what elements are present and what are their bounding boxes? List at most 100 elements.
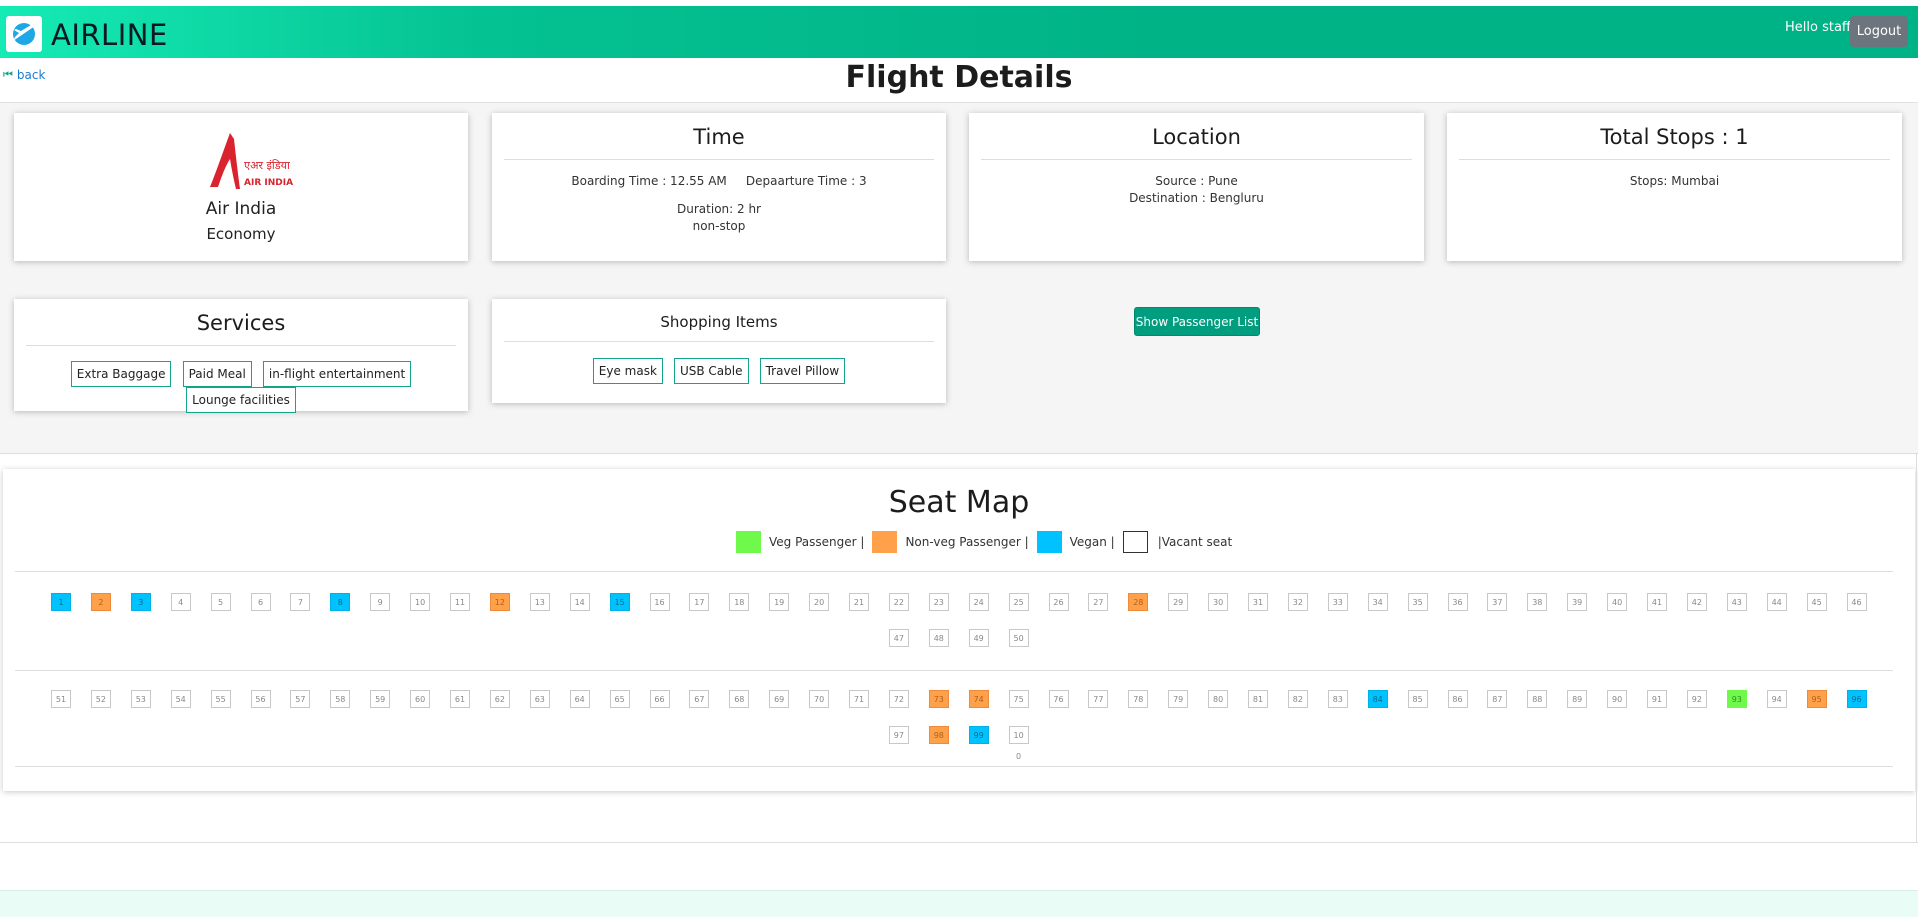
seat[interactable]: 90 bbox=[1607, 690, 1628, 708]
seat[interactable]: 19 bbox=[769, 593, 790, 611]
seat[interactable]: 25 bbox=[1008, 593, 1029, 611]
seat[interactable]: 62 bbox=[489, 690, 510, 708]
seat[interactable]: 39 bbox=[1567, 593, 1588, 611]
seat[interactable]: 82 bbox=[1287, 690, 1308, 708]
seat[interactable]: 89 bbox=[1567, 690, 1588, 708]
airplane-icon[interactable] bbox=[6, 16, 42, 52]
seat[interactable]: 29 bbox=[1168, 593, 1189, 611]
seat[interactable]: 1 bbox=[51, 593, 71, 611]
seat[interactable]: 45 bbox=[1806, 593, 1827, 611]
seat[interactable]: 40 bbox=[1607, 593, 1628, 611]
seat[interactable]: 24 bbox=[968, 593, 989, 611]
seat[interactable]: 36 bbox=[1447, 593, 1468, 611]
shopping-tag[interactable]: USB Cable bbox=[673, 358, 749, 384]
seat[interactable]: 48 bbox=[928, 629, 949, 647]
seat[interactable]: 68 bbox=[729, 690, 750, 708]
seat[interactable]: 96 bbox=[1846, 690, 1867, 708]
service-tag[interactable]: Paid Meal bbox=[182, 361, 252, 387]
seat[interactable]: 71 bbox=[849, 690, 869, 708]
seat[interactable]: 61 bbox=[450, 690, 470, 708]
seat[interactable]: 98 bbox=[928, 726, 949, 744]
seat[interactable]: 69 bbox=[769, 690, 790, 708]
brand-name[interactable]: AIRLINE bbox=[51, 18, 168, 52]
seat[interactable]: 50 bbox=[1008, 629, 1029, 647]
seat[interactable]: 58 bbox=[330, 690, 351, 708]
seat[interactable]: 38 bbox=[1527, 593, 1548, 611]
seat[interactable]: 84 bbox=[1367, 690, 1388, 708]
seat[interactable]: 47 bbox=[888, 629, 909, 647]
seat[interactable]: 70 bbox=[809, 690, 830, 708]
seat[interactable]: 42 bbox=[1686, 593, 1707, 611]
seat[interactable]: 63 bbox=[529, 690, 550, 708]
seat[interactable]: 21 bbox=[849, 593, 869, 611]
service-tag[interactable]: Extra Baggage bbox=[70, 361, 172, 387]
seat[interactable]: 20 bbox=[809, 593, 830, 611]
seat[interactable]: 59 bbox=[370, 690, 391, 708]
seat[interactable]: 27 bbox=[1088, 593, 1109, 611]
seat[interactable]: 11 bbox=[450, 593, 470, 611]
seat[interactable]: 97 bbox=[888, 726, 909, 744]
seat[interactable]: 15 bbox=[609, 593, 630, 611]
seat[interactable]: 53 bbox=[130, 690, 151, 708]
seat[interactable]: 64 bbox=[569, 690, 590, 708]
seat[interactable]: 9 bbox=[370, 593, 391, 611]
seat[interactable]: 22 bbox=[888, 593, 909, 611]
service-tag[interactable]: Lounge facilities bbox=[186, 387, 296, 413]
seat[interactable]: 14 bbox=[569, 593, 590, 611]
seat[interactable]: 94 bbox=[1766, 690, 1787, 708]
seat[interactable]: 65 bbox=[609, 690, 630, 708]
seat[interactable]: 17 bbox=[689, 593, 710, 611]
seat[interactable]: 28 bbox=[1128, 593, 1149, 611]
seat[interactable]: 3 bbox=[130, 593, 151, 611]
seat[interactable]: 60 bbox=[410, 690, 431, 708]
seat[interactable]: 95 bbox=[1806, 690, 1827, 708]
seat[interactable]: 6 bbox=[250, 593, 271, 611]
seat[interactable]: 86 bbox=[1447, 690, 1468, 708]
seat[interactable]: 51 bbox=[51, 690, 71, 708]
seat[interactable]: 7 bbox=[290, 593, 311, 611]
seat[interactable]: 76 bbox=[1048, 690, 1069, 708]
seat[interactable]: 4 bbox=[170, 593, 191, 611]
seat[interactable]: 57 bbox=[290, 690, 311, 708]
show-passenger-list-button[interactable]: Show Passenger List bbox=[1134, 307, 1260, 336]
seat[interactable]: 13 bbox=[529, 593, 550, 611]
seat[interactable]: 43 bbox=[1726, 593, 1747, 611]
shopping-tag[interactable]: Eye mask bbox=[592, 358, 663, 384]
seat[interactable]: 52 bbox=[90, 690, 111, 708]
seat[interactable]: 55 bbox=[210, 690, 231, 708]
seat[interactable]: 49 bbox=[968, 629, 989, 647]
service-tag[interactable]: in-flight entertainment bbox=[262, 361, 412, 387]
seat[interactable]: 85 bbox=[1407, 690, 1428, 708]
seat[interactable]: 46 bbox=[1846, 593, 1867, 611]
seat[interactable]: 23 bbox=[928, 593, 949, 611]
back-link[interactable]: ⏮ back bbox=[3, 68, 45, 82]
seat[interactable]: 88 bbox=[1527, 690, 1548, 708]
seat[interactable]: 74 bbox=[968, 690, 989, 708]
seat[interactable]: 72 bbox=[888, 690, 909, 708]
seat[interactable]: 10 bbox=[1008, 726, 1029, 744]
seat[interactable]: 8 bbox=[330, 593, 351, 611]
seat[interactable]: 67 bbox=[689, 690, 710, 708]
seat[interactable]: 41 bbox=[1647, 593, 1667, 611]
seat[interactable]: 30 bbox=[1208, 593, 1229, 611]
seat[interactable]: 26 bbox=[1048, 593, 1069, 611]
seat[interactable]: 32 bbox=[1287, 593, 1308, 611]
seat[interactable]: 10 bbox=[410, 593, 431, 611]
seat[interactable]: 12 bbox=[489, 593, 510, 611]
seat[interactable]: 93 bbox=[1726, 690, 1747, 708]
seat[interactable]: 87 bbox=[1487, 690, 1508, 708]
shopping-tag[interactable]: Travel Pillow bbox=[759, 358, 846, 384]
seat[interactable]: 18 bbox=[729, 593, 750, 611]
seat[interactable]: 31 bbox=[1248, 593, 1268, 611]
seat[interactable]: 92 bbox=[1686, 690, 1707, 708]
seat[interactable]: 81 bbox=[1248, 690, 1268, 708]
seat[interactable]: 35 bbox=[1407, 593, 1428, 611]
seat[interactable]: 5 bbox=[210, 593, 231, 611]
seat[interactable]: 78 bbox=[1128, 690, 1149, 708]
seat[interactable]: 2 bbox=[90, 593, 111, 611]
seat[interactable]: 77 bbox=[1088, 690, 1109, 708]
seat[interactable]: 91 bbox=[1647, 690, 1667, 708]
seat[interactable]: 56 bbox=[250, 690, 271, 708]
seat[interactable]: 99 bbox=[968, 726, 989, 744]
seat[interactable]: 83 bbox=[1327, 690, 1348, 708]
